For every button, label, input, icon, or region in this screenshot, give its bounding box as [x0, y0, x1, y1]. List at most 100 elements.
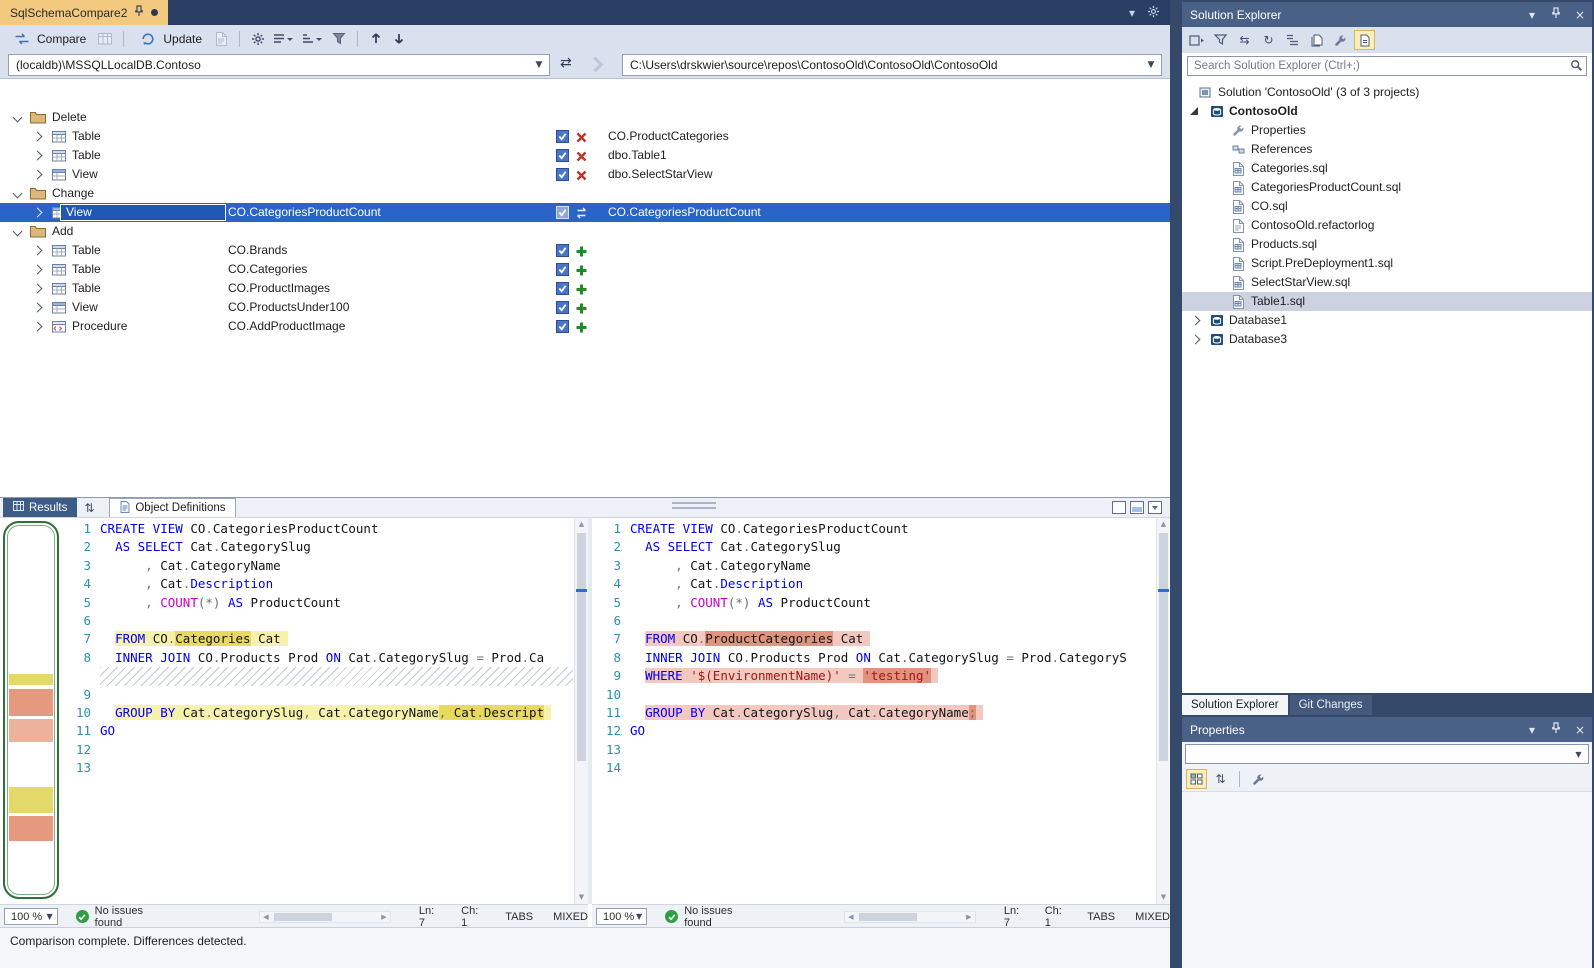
next-difference-icon[interactable] [389, 29, 409, 49]
expander-expanded-icon[interactable] [1190, 107, 1198, 115]
include-checkbox[interactable] [556, 168, 569, 181]
tree-item[interactable]: Categories.sql [1182, 159, 1592, 178]
search-input[interactable]: Search Solution Explorer (Ctrl+;) [1187, 56, 1587, 76]
show-all-files-icon[interactable] [1306, 30, 1327, 50]
tab-sqlschemacompare2[interactable]: SqlSchemaCompare2 [0, 0, 168, 25]
tree-item[interactable]: Script.PreDeployment1.sql [1182, 254, 1592, 273]
layout-split-icon[interactable] [1130, 501, 1144, 514]
include-checkbox[interactable] [556, 149, 569, 162]
target-code-editor[interactable]: 1CREATE VIEW CO.CategoriesProductCount2 … [592, 520, 1155, 904]
grid-row[interactable]: View CO.ProductsUnder100 [0, 298, 1170, 317]
properties-object-dropdown[interactable]: ▼ [1185, 744, 1589, 764]
tab-list-chevron-icon[interactable]: ▾ [1129, 6, 1135, 20]
tab-object-definitions[interactable]: Object Definitions [109, 498, 236, 517]
preview-selected-items-icon[interactable] [1354, 30, 1375, 50]
expander-collapsed-icon[interactable] [1191, 335, 1201, 345]
tree-item[interactable]: Table1.sql [1182, 292, 1592, 311]
tab-git-changes[interactable]: Git Changes [1290, 695, 1372, 715]
property-pages-icon[interactable] [1248, 769, 1269, 789]
group-results-icon[interactable] [271, 29, 297, 49]
tree-item[interactable]: CO.sql [1182, 197, 1592, 216]
scroll-down-icon[interactable]: ▼ [575, 891, 588, 904]
tree-item[interactable]: ContosoOld.refactorlog [1182, 216, 1592, 235]
pending-changes-filter-icon[interactable] [1210, 30, 1231, 50]
grid-group-delete[interactable]: Delete [0, 108, 1170, 127]
chevron-right-icon[interactable] [33, 246, 43, 256]
layout-single-icon[interactable] [1112, 501, 1126, 514]
tree-item[interactable]: Properties [1182, 121, 1592, 140]
splitter-grip[interactable] [672, 502, 716, 509]
target-connection-dropdown[interactable]: C:\Users\drskwier\source\repos\ContosoOl… [622, 54, 1162, 76]
swap-direction-icon[interactable]: ⇄ [560, 55, 572, 71]
nest-files-icon[interactable] [1282, 30, 1303, 50]
previous-difference-icon[interactable] [366, 29, 386, 49]
tree-item[interactable]: SelectStarView.sql [1182, 273, 1592, 292]
expander-collapsed-icon[interactable] [1191, 316, 1201, 326]
layout-collapse-icon[interactable] [1148, 501, 1162, 514]
chevron-right-icon[interactable] [33, 265, 43, 275]
properties-title-bar[interactable]: Properties ▾ × [1182, 717, 1592, 742]
chevron-right-icon[interactable] [33, 303, 43, 313]
zoom-level-select[interactable]: 100 %▼ [4, 908, 58, 925]
compare-button[interactable]: Compare [6, 27, 92, 51]
tree-item[interactable]: ContosoOld [1182, 102, 1592, 121]
close-icon[interactable]: × [1572, 8, 1588, 22]
left-vertical-scrollbar[interactable]: ▲ ▼ [574, 518, 588, 904]
source-code-editor[interactable]: 1CREATE VIEW CO.CategoriesProductCount2 … [60, 520, 573, 904]
close-icon[interactable]: × [1572, 723, 1588, 737]
grid-row[interactable]: Table CO.Brands [0, 241, 1170, 260]
pin-icon[interactable] [1548, 7, 1564, 22]
options-gear-icon[interactable] [248, 29, 268, 49]
properties-icon[interactable] [1330, 30, 1351, 50]
include-checkbox[interactable] [556, 130, 569, 143]
chevron-down-icon[interactable] [13, 189, 23, 199]
tree-item[interactable]: CategoriesProductCount.sql [1182, 178, 1592, 197]
include-checkbox[interactable] [556, 282, 569, 295]
grid-row[interactable]: View dbo.SelectStarView [0, 165, 1170, 184]
chevron-right-icon[interactable] [33, 284, 43, 294]
source-connection-dropdown[interactable]: (localdb)\MSSQLLocalDB.Contoso ▼ [8, 54, 550, 76]
tree-item[interactable]: Solution 'ContosoOld' (3 of 3 projects) [1182, 83, 1592, 102]
include-checkbox[interactable] [556, 263, 569, 276]
grid-row[interactable]: Procedure CO.AddProductImage [0, 317, 1170, 336]
tree-item[interactable]: Database3 [1182, 330, 1592, 349]
chevron-down-icon[interactable] [13, 113, 23, 123]
grid-row[interactable]: Table dbo.Table1 [0, 146, 1170, 165]
alphabetical-sort-icon[interactable]: ⇅ [1210, 769, 1231, 789]
chevron-down-icon[interactable] [13, 227, 23, 237]
grid-group-add[interactable]: Add [0, 222, 1170, 241]
chevron-down-icon[interactable]: ▾ [1524, 8, 1540, 22]
scrollbar-thumb[interactable] [1159, 533, 1168, 761]
chevron-right-icon[interactable] [33, 322, 43, 332]
tree-item[interactable]: Products.sql [1182, 235, 1592, 254]
tab-results[interactable]: Results [3, 498, 77, 517]
grid-row[interactable]: View CO.CategoriesProductCount CO.Catego… [0, 203, 1170, 222]
grid-group-change[interactable]: Change [0, 184, 1170, 203]
chevron-right-icon[interactable] [33, 151, 43, 161]
refresh-icon[interactable]: ↻ [1258, 30, 1279, 50]
scroll-up-icon[interactable]: ▲ [1157, 518, 1170, 531]
grid-row[interactable]: Table CO.ProductImages [0, 279, 1170, 298]
categorized-icon[interactable] [1186, 769, 1207, 789]
include-checkbox[interactable] [556, 301, 569, 314]
document-well-gear-icon[interactable] [1147, 5, 1160, 21]
tree-item[interactable]: References [1182, 140, 1592, 159]
scroll-down-icon[interactable]: ▼ [1157, 891, 1170, 904]
sort-results-icon[interactable] [300, 29, 326, 49]
pin-icon[interactable] [1548, 722, 1564, 737]
pin-icon[interactable] [134, 5, 144, 20]
include-checkbox[interactable] [556, 206, 569, 219]
search-icon[interactable] [1566, 59, 1586, 72]
update-button[interactable]: Update [132, 27, 208, 51]
sort-lines-icon[interactable]: ⇅ [77, 498, 101, 517]
chevron-right-icon[interactable] [33, 170, 43, 180]
scrollbar-thumb[interactable] [577, 533, 586, 761]
sync-with-active-document-icon[interactable]: ⇆ [1234, 30, 1255, 50]
left-horizontal-scrollbar[interactable]: ◀▶ [259, 911, 391, 923]
include-checkbox[interactable] [556, 244, 569, 257]
scroll-up-icon[interactable]: ▲ [575, 518, 588, 531]
filter-icon[interactable] [329, 29, 349, 49]
chevron-down-icon[interactable]: ▾ [1524, 723, 1540, 737]
switch-views-icon[interactable] [1186, 30, 1207, 50]
chevron-right-icon[interactable] [33, 208, 43, 218]
